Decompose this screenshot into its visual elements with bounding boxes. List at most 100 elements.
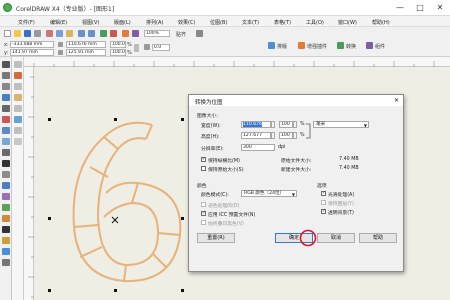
polygon-tool-icon[interactable] bbox=[2, 149, 10, 156]
table-tool-icon[interactable] bbox=[2, 171, 10, 178]
dialog-close-icon[interactable]: ✕ bbox=[394, 97, 399, 104]
plugin-component[interactable]: 组件 bbox=[375, 43, 385, 50]
selection-handle[interactable] bbox=[181, 118, 184, 121]
welcome-icon[interactable] bbox=[132, 30, 139, 37]
menu-file[interactable]: 文件(F) bbox=[18, 19, 35, 26]
width-input[interactable]: 110.676 bbox=[241, 121, 271, 128]
icc-checkbox[interactable]: ✓ bbox=[201, 211, 206, 216]
transparent-checkbox[interactable]: ✓ bbox=[321, 209, 326, 214]
width-percent-input[interactable]: 100 bbox=[279, 121, 293, 128]
width-percent-spinner[interactable] bbox=[293, 121, 297, 128]
selection-handle[interactable] bbox=[181, 289, 184, 292]
hand-tool-icon[interactable] bbox=[2, 259, 10, 266]
keep-layers-checkbox[interactable] bbox=[321, 200, 326, 205]
resolution-input[interactable]: 300 bbox=[241, 144, 275, 151]
rectangle-tool-icon[interactable] bbox=[2, 127, 10, 134]
height-spinner[interactable] bbox=[271, 132, 275, 139]
height-percent-input[interactable]: 100 bbox=[279, 132, 293, 139]
pick-tool-icon[interactable] bbox=[2, 61, 10, 68]
cancel-button[interactable]: 取消 bbox=[317, 233, 355, 243]
selection-handle[interactable] bbox=[48, 118, 51, 121]
menu-tools[interactable]: 工具(O) bbox=[306, 19, 324, 26]
tool-flyout-7-icon[interactable] bbox=[14, 127, 22, 134]
tool-flyout-5-icon[interactable] bbox=[14, 105, 22, 112]
save-icon[interactable] bbox=[24, 30, 31, 37]
mesh-fill-tool-icon[interactable] bbox=[2, 248, 10, 255]
y-position-field[interactable]: 141.97 mm bbox=[10, 49, 54, 56]
snap-menu[interactable]: 贴齐 bbox=[176, 31, 186, 38]
print-icon[interactable] bbox=[34, 30, 41, 37]
scale-x-field[interactable]: 100.0 bbox=[110, 41, 126, 48]
selection-handle[interactable] bbox=[48, 289, 51, 292]
height-percent-spinner[interactable] bbox=[293, 132, 297, 139]
open-icon[interactable] bbox=[14, 30, 21, 37]
interactive-fill-icon[interactable] bbox=[2, 204, 10, 211]
layout-plugin-icon[interactable] bbox=[268, 42, 275, 49]
outline-tool-icon[interactable] bbox=[2, 226, 10, 233]
enhance-plugin-icon[interactable] bbox=[298, 42, 305, 49]
export-icon[interactable] bbox=[110, 30, 117, 37]
keep-ratio-checkbox[interactable]: ✓ bbox=[201, 157, 206, 162]
copy-icon[interactable] bbox=[56, 30, 63, 37]
menu-effects[interactable]: 效果(C) bbox=[178, 19, 195, 26]
overprint-checkbox[interactable] bbox=[201, 220, 206, 225]
unit-select[interactable]: 毫米 ▼ bbox=[313, 121, 369, 128]
zoom-tool-icon[interactable] bbox=[2, 94, 10, 101]
menu-text[interactable]: 文本(T) bbox=[242, 19, 259, 26]
new-icon[interactable] bbox=[4, 30, 11, 37]
freehand-tool-icon[interactable] bbox=[2, 105, 10, 112]
crop-tool-icon[interactable] bbox=[2, 83, 10, 90]
reset-button[interactable]: 重置(R) bbox=[197, 233, 235, 243]
cut-icon[interactable] bbox=[46, 30, 53, 37]
tool-flyout-8-icon[interactable] bbox=[14, 138, 22, 145]
help-button[interactable]: 帮助 bbox=[359, 233, 397, 243]
menu-bitmaps[interactable]: 位图(B) bbox=[210, 19, 227, 26]
tool-flyout-4-icon[interactable] bbox=[14, 94, 22, 101]
maximize-button[interactable]: □ bbox=[410, 0, 430, 16]
plugin-convert[interactable]: 转换 bbox=[346, 43, 356, 50]
keep-size-checkbox[interactable] bbox=[201, 166, 206, 171]
connector-tool-icon[interactable] bbox=[2, 193, 10, 200]
shape-tool-icon[interactable] bbox=[2, 72, 10, 79]
smart-fill-tool-icon[interactable] bbox=[2, 116, 10, 123]
height-field[interactable]: 125.91 mm bbox=[66, 49, 106, 56]
tool-flyout-2-icon[interactable] bbox=[14, 72, 22, 79]
x-position-field[interactable]: -333.088 mm bbox=[10, 41, 54, 48]
color-mode-select[interactable]: RGB 颜色（24位） ▼ bbox=[241, 190, 297, 197]
height-input[interactable]: 127.677 bbox=[241, 132, 271, 139]
menu-window[interactable]: 窗口(W) bbox=[338, 19, 357, 26]
selection-handle[interactable] bbox=[48, 217, 51, 220]
horizontal-ruler[interactable] bbox=[24, 57, 450, 67]
lock-ratio-icon[interactable] bbox=[134, 44, 139, 52]
dimension-tool-icon[interactable] bbox=[2, 182, 10, 189]
plugin-enhance[interactable]: 增强插件 bbox=[307, 43, 327, 50]
menu-help[interactable]: 帮助(H) bbox=[372, 19, 390, 26]
component-plugin-icon[interactable] bbox=[366, 42, 373, 49]
tool-flyout-6-icon[interactable] bbox=[14, 116, 22, 123]
import-icon[interactable] bbox=[100, 30, 107, 37]
options-icon[interactable] bbox=[196, 30, 203, 37]
dither-checkbox[interactable] bbox=[201, 202, 206, 207]
fill-tool-icon[interactable] bbox=[2, 237, 10, 244]
selection-handle[interactable] bbox=[114, 289, 117, 292]
menu-table[interactable]: 表格(T) bbox=[274, 19, 291, 26]
plugin-layout[interactable]: 排版 bbox=[277, 43, 287, 50]
menu-edit[interactable]: 编辑(E) bbox=[50, 19, 67, 26]
menu-view[interactable]: 视图(V) bbox=[82, 19, 99, 26]
antialias-checkbox[interactable]: ✓ bbox=[321, 191, 326, 196]
zoom-level-field[interactable]: 100% bbox=[144, 30, 170, 37]
tool-flyout-1-icon[interactable] bbox=[14, 61, 22, 68]
tool-flyout-3-icon[interactable] bbox=[14, 83, 22, 90]
convert-plugin-icon[interactable] bbox=[337, 42, 344, 49]
undo-icon[interactable] bbox=[78, 30, 85, 37]
menu-layout[interactable]: 版面(L) bbox=[114, 19, 131, 26]
width-field[interactable]: 110.676 mm bbox=[66, 41, 106, 48]
ellipse-tool-icon[interactable] bbox=[2, 138, 10, 145]
paste-icon[interactable] bbox=[66, 30, 73, 37]
scale-y-field[interactable]: 100.0 bbox=[110, 49, 126, 56]
selection-handle[interactable] bbox=[181, 217, 184, 220]
menu-arrange[interactable]: 排列(A) bbox=[146, 19, 163, 26]
eyedropper-tool-icon[interactable] bbox=[2, 215, 10, 222]
text-tool-icon[interactable] bbox=[2, 160, 10, 167]
selection-handle[interactable] bbox=[114, 118, 117, 121]
